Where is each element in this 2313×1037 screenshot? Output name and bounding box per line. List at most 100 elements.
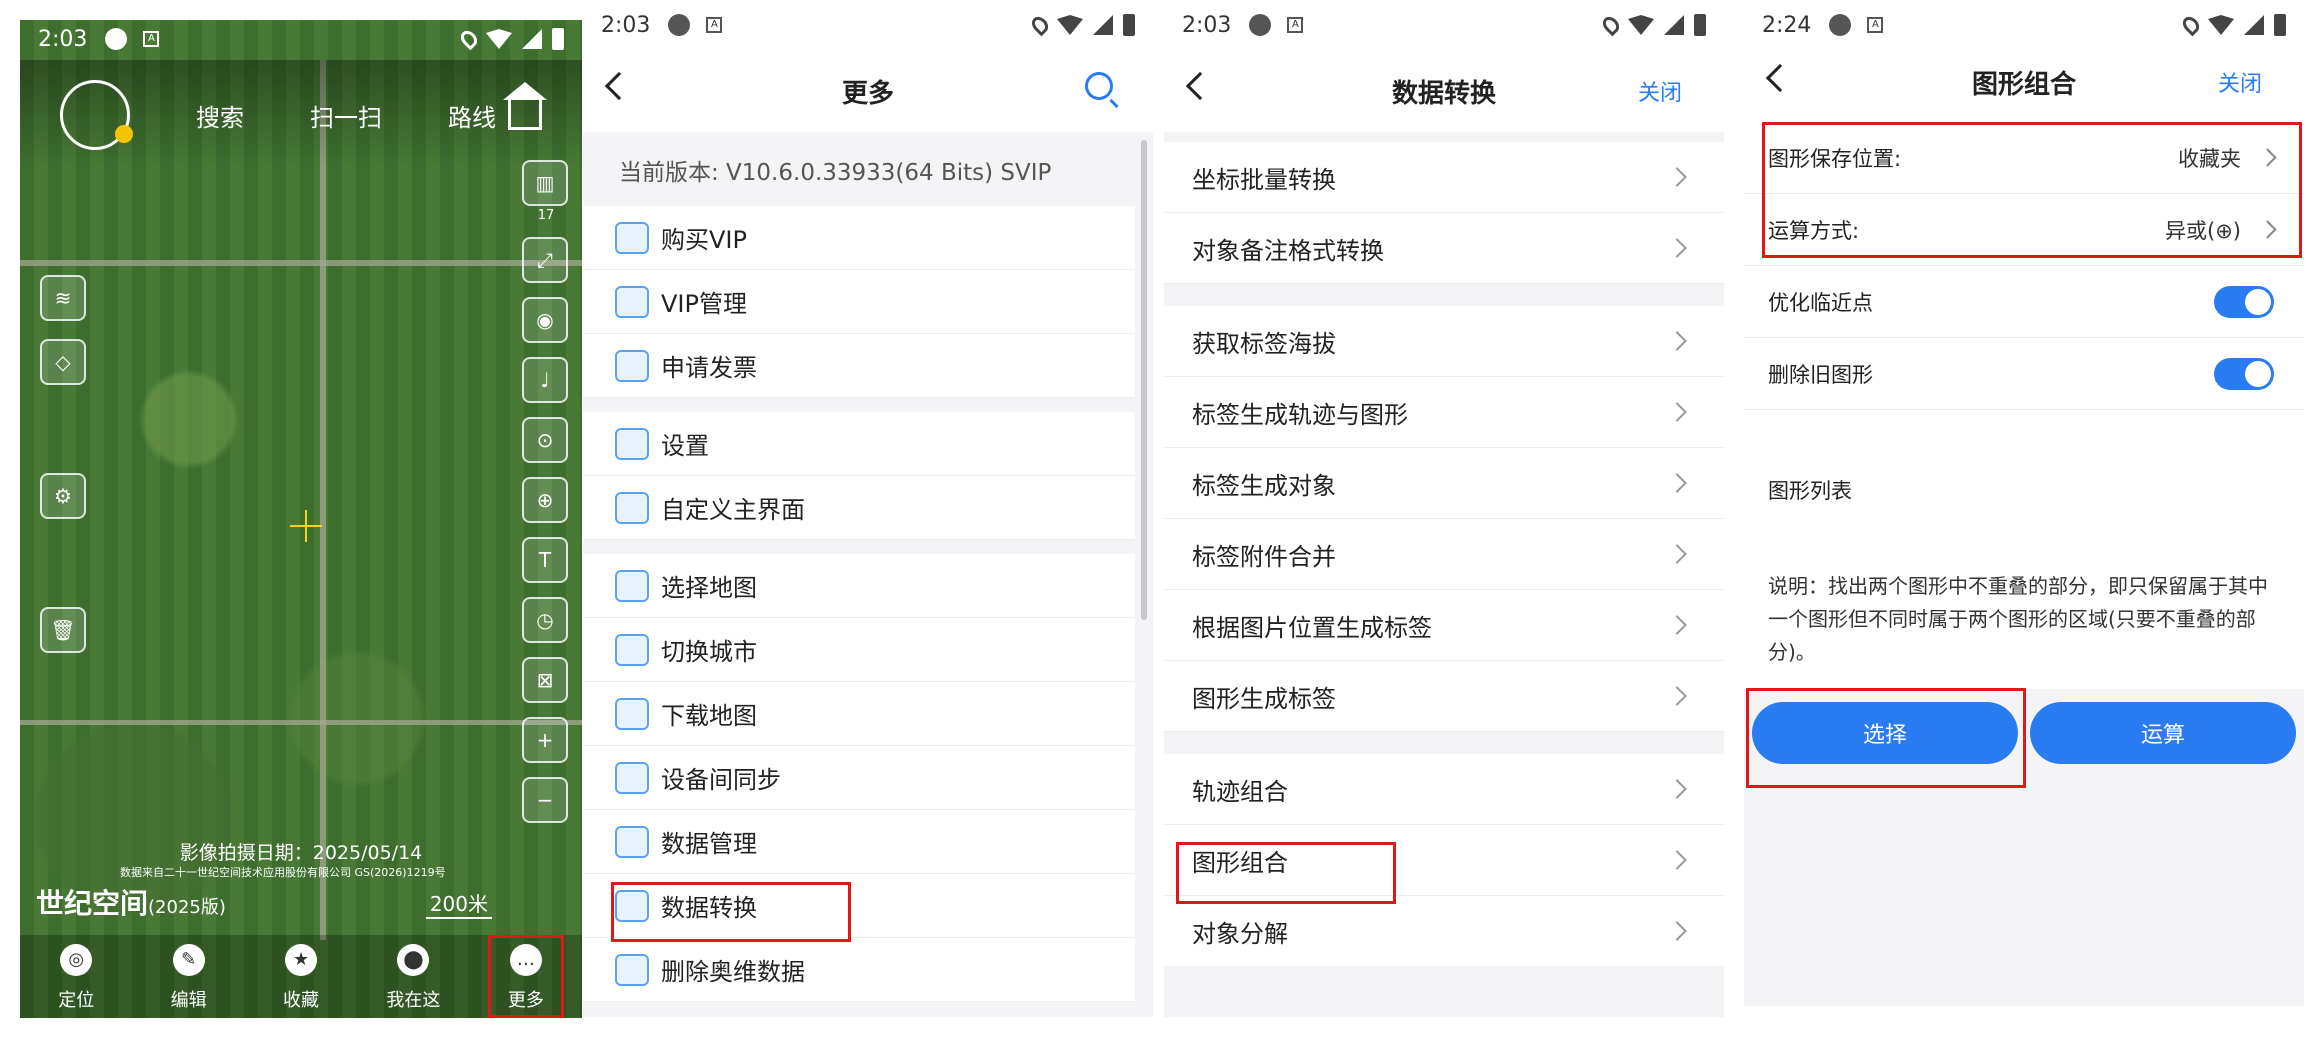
text-icon[interactable]: T [522,537,568,583]
menu-item-label: 设置 [661,432,709,460]
list-item-attachment-merge[interactable]: 标签附件合并 [1164,519,1724,590]
menu-item-settings[interactable]: 设置 [583,412,1135,476]
menu-item-buy-vip[interactable]: 购买VIP [583,206,1135,270]
menu-item-vip-manage[interactable]: VIP管理 [583,270,1135,334]
list-item-label: 标签生成对象 [1192,471,1336,500]
close-button[interactable]: 关闭 [1638,75,1682,107]
list-item-label: 根据图片位置生成标签 [1192,613,1432,642]
back-chevron-icon[interactable] [1765,63,1795,93]
chevron-right-icon [1667,850,1687,870]
page-title: 更多 [841,78,894,109]
diamond-outline-icon [615,285,649,318]
list-item-photo-to-label[interactable]: 根据图片位置生成标签 [1164,590,1724,661]
screenshot-icon[interactable]: ⊙ [522,417,568,463]
tab-scan[interactable]: 扫一扫 [310,98,382,133]
list-item-shape-to-label[interactable]: 图形生成标签 [1164,661,1724,732]
save-location-value: 收藏夹 [2178,146,2241,171]
menu-item-label: 设备间同步 [661,766,781,794]
delete-old-toggle[interactable] [2214,357,2274,390]
list-item-label-to-object[interactable]: 标签生成对象 [1164,448,1724,519]
description-text: 说明：找出两个图形中不重叠的部分，即只保留属于其中一个图形但不同时属于两个图形的… [1768,574,2268,664]
chevron-right-icon [1667,615,1687,635]
optimize-label: 优化临近点 [1768,290,1873,315]
tab-route[interactable]: 路线 [448,98,496,133]
operation-value: 异或(⊕) [2165,218,2241,243]
add-label-icon[interactable]: ⊕ [522,477,568,523]
list-item-label: 图形组合 [1192,848,1288,877]
list-item-note-format[interactable]: 对象备注格式转换 [1164,213,1724,284]
nav-more[interactable]: … 更多 [470,935,582,1018]
bottom-nav: ◎ 定位 ✎ 编辑 ★ 收藏 ⬤ 我在这 … 更多 [20,935,582,1018]
list-item-label: 标签生成轨迹与图形 [1192,400,1408,429]
page-title: 图形组合 [1971,69,2076,100]
convert-list: 坐标批量转换 对象备注格式转换 获取标签海拔 标签生成轨迹与图形 标签生成对象 … [1164,142,1724,989]
list-group: 获取标签海拔 标签生成轨迹与图形 标签生成对象 标签附件合并 根据图片位置生成标… [1164,306,1724,732]
menu-item-invoice[interactable]: 申请发票 [583,334,1135,398]
camera-icon[interactable]: ◉ [522,297,568,343]
list-item-label: 获取标签海拔 [1192,329,1336,358]
list-item-label-to-track[interactable]: 标签生成轨迹与图形 [1164,377,1724,448]
gps-signal-icon[interactable]: ≋ [40,275,86,321]
chevron-right-icon [1667,921,1687,941]
edit-icon: ✎ [172,944,205,976]
menu-group-settings: 设置 自定义主界面 [583,412,1135,540]
list-item-label-altitude[interactable]: 获取标签海拔 [1164,306,1724,377]
trash-icon[interactable]: 🗑 [40,607,86,653]
signal-icon [1093,15,1113,35]
nav-locate[interactable]: ◎ 定位 [20,935,132,1018]
scrollbar[interactable] [1141,140,1147,620]
search-icon[interactable] [1085,72,1113,100]
select-button[interactable]: 选择 [1752,702,2018,764]
list-item-label: 对象备注格式转换 [1192,236,1384,265]
optimize-toggle[interactable] [2214,285,2274,318]
home-icon[interactable] [503,82,547,130]
zoom-out-icon[interactable]: − [522,777,568,823]
measure-icon[interactable]: ⊠ [522,657,568,703]
map-road [20,260,582,266]
close-button[interactable]: 关闭 [2218,66,2262,98]
microphone-icon[interactable]: ♩ [522,357,568,403]
list-item-track-combine[interactable]: 轨迹组合 [1164,754,1724,825]
location-status-icon [1599,13,1623,37]
nav-here[interactable]: ⬤ 我在这 [357,935,469,1018]
menu-item-delete-data[interactable]: 删除奥维数据 [583,938,1135,1002]
invoice-icon [615,349,649,382]
scale-bar: 200米 [425,888,492,919]
save-location-row[interactable]: 图形保存位置: 收藏夹 [1744,122,2304,194]
menu-item-switch-city[interactable]: 切换城市 [583,618,1135,682]
tab-search[interactable]: 搜索 [196,98,244,133]
location-status-icon [457,27,481,51]
menu-item-download-map[interactable]: 下载地图 [583,682,1135,746]
menu-item-label: 数据转换 [661,894,757,922]
nav-edit[interactable]: ✎ 编辑 [132,935,244,1018]
menu-item-label: 自定义主界面 [661,496,805,524]
back-chevron-icon[interactable] [1185,71,1215,101]
wifi-icon [486,29,512,49]
globe-icon [615,825,649,858]
history-clock-icon[interactable]: ◷ [522,597,568,643]
map-layers-icon[interactable]: ▥ [522,160,568,206]
user-avatar[interactable] [60,80,133,150]
nav-favorites[interactable]: ★ 收藏 [245,935,357,1018]
menu-item-device-sync[interactable]: 设备间同步 [583,746,1135,810]
operation-row[interactable]: 运算方式: 异或(⊕) [1744,194,2304,266]
trash-icon [615,953,649,986]
list-item-coord-batch[interactable]: 坐标批量转换 [1164,142,1724,213]
3d-cube-icon[interactable]: ◇ [40,339,86,385]
map-left-toolbar: ≋ ◇ ⚙ 🗑 [40,275,86,653]
menu-item-data-convert[interactable]: 数据转换 [583,874,1135,938]
back-chevron-icon[interactable] [604,71,634,101]
menu-item-data-manage[interactable]: 数据管理 [583,810,1135,874]
menu-item-customize-home[interactable]: 自定义主界面 [583,476,1135,540]
optimize-row: 优化临近点 [1744,266,2304,338]
menu-item-select-map[interactable]: 选择地图 [583,554,1135,618]
list-item-shape-combine[interactable]: 图形组合 [1164,825,1724,896]
wifi-icon [2208,15,2234,35]
map-copyright: 数据来自二十一世纪空间技术应用股份有限公司 GS(2026)1219号 [120,866,446,879]
zoom-in-icon[interactable]: + [522,717,568,763]
fullscreen-icon[interactable]: ⤢ [522,237,568,283]
action-buttons: 选择 运算 [1744,702,2304,764]
map-settings-icon[interactable]: ⚙ [40,473,86,519]
list-item-object-split[interactable]: 对象分解 [1164,896,1724,967]
compute-button[interactable]: 运算 [2030,702,2296,764]
